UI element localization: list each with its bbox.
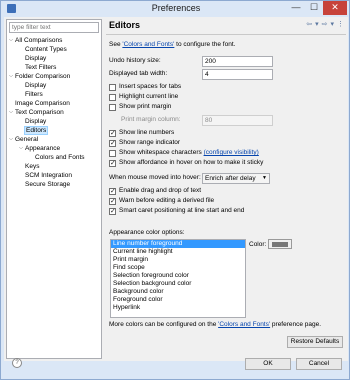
tree-item-filters[interactable]: Filters (25, 90, 43, 99)
highlight-line-label: Highlight current line (119, 93, 179, 100)
color-picker-button[interactable] (268, 239, 292, 249)
print-margin-column-input[interactable]: 80 (202, 115, 273, 126)
cancel-button[interactable]: Cancel (296, 358, 342, 370)
list-item[interactable]: Line number foreground (111, 240, 245, 248)
color-label: Color: (249, 241, 267, 248)
colors-and-fonts-page-link[interactable]: 'Colors and Fonts' (218, 321, 270, 328)
maximize-button[interactable]: ☐ (305, 1, 323, 15)
list-item[interactable]: Print margin (111, 256, 245, 264)
hover-behavior-label: When mouse moved into hover: (109, 174, 201, 181)
undo-history-label: Undo history size: (109, 57, 161, 64)
tree-item-display[interactable]: Display (25, 54, 46, 63)
list-item[interactable]: Background color (111, 288, 245, 296)
undo-history-input[interactable]: 200 (202, 56, 273, 67)
show-line-numbers-label: Show line numbers (119, 129, 175, 136)
warn-derived-label: Warn before editing a derived file (119, 197, 215, 204)
more-colors-text: More colors can be configured on the 'Co… (109, 321, 322, 328)
filter-input[interactable] (10, 23, 98, 32)
colors-and-fonts-link[interactable]: 'Colors and Fonts' (122, 41, 174, 48)
show-line-numbers-checkbox[interactable] (109, 129, 116, 137)
dropdown-chevron-icon[interactable]: ▾ (315, 21, 319, 28)
list-item[interactable]: Selection foreground color (111, 272, 245, 280)
tree-item-folder-comparison[interactable]: ⌵ Folder Comparison (9, 72, 70, 81)
chevron-down-icon: ▼ (262, 175, 267, 181)
title-bar[interactable]: Preferences — ☐ ✕ (1, 1, 350, 17)
menu-icon[interactable]: ⋮ (337, 21, 344, 28)
tree-item-image-comparison[interactable]: Image Comparison (15, 99, 70, 108)
highlight-line-checkbox[interactable] (109, 94, 116, 101)
insert-spaces-checkbox[interactable] (109, 84, 116, 91)
drag-drop-label: Enable drag and drop of text (119, 187, 202, 194)
smart-caret-checkbox[interactable] (109, 207, 116, 215)
tab-width-input[interactable]: 4 (202, 69, 273, 80)
tree-item-text-comparison[interactable]: ⌵ Text Comparison (9, 108, 64, 117)
help-icon[interactable]: ? (12, 358, 22, 368)
appearance-options-label: Appearance color options: (109, 229, 185, 236)
list-item[interactable]: Hyperlink (111, 304, 245, 312)
list-item[interactable]: Current line highlight (111, 248, 245, 256)
back-icon[interactable]: ⇦ (306, 21, 312, 28)
show-whitespace-label: Show whitespace characters (configure vi… (119, 149, 259, 156)
navigation-controls: ⇦ ▾ ⇨ ▾ ⋮ (303, 20, 344, 28)
expand-toggle-icon[interactable]: ⌵ (8, 36, 14, 45)
expand-toggle-icon[interactable]: ⌵ (8, 108, 14, 117)
font-info-text: See 'Colors and Fonts' to configure the … (109, 41, 236, 48)
restore-defaults-button[interactable]: Restore Defaults (287, 336, 343, 348)
minimize-button[interactable]: — (287, 1, 305, 15)
hover-behavior-dropdown[interactable]: Enrich after delay ▼ (202, 173, 270, 184)
tree-item-colors-and-fonts[interactable]: Colors and Fonts (35, 153, 85, 162)
list-item[interactable]: Find scope (111, 264, 245, 272)
tree-item-text-filters[interactable]: Text Filters (25, 63, 56, 72)
show-whitespace-checkbox[interactable] (109, 150, 116, 157)
tree-item-scm-integration[interactable]: SCM Integration (25, 171, 72, 180)
forward-icon[interactable]: ⇨ (322, 21, 328, 28)
show-print-margin-label: Show print margin (119, 103, 172, 110)
tree-item-appearance[interactable]: ⌵ Appearance (19, 144, 60, 153)
configure-visibility-link[interactable]: (configure visibility) (204, 149, 259, 156)
expand-toggle-icon[interactable]: ⌵ (18, 144, 24, 153)
tree-item-display[interactable]: Display (25, 117, 46, 126)
tree-item-display[interactable]: Display (25, 81, 46, 90)
filter-field[interactable] (9, 22, 99, 33)
preferences-tree-panel: ⌵All Comparisons Content Types Display T… (6, 19, 102, 359)
show-range-indicator-label: Show range indicator (119, 139, 181, 146)
tree-item-secure-storage[interactable]: Secure Storage (25, 180, 70, 189)
editors-preference-page: Editors ⇦ ▾ ⇨ ▾ ⋮ See 'Colors and Fonts' to … (106, 19, 346, 335)
insert-spaces-label: Insert spaces for tabs (119, 83, 182, 90)
list-item[interactable]: Selection background color (111, 280, 245, 288)
drag-drop-checkbox[interactable] (109, 187, 116, 195)
list-item[interactable]: Foreground color (111, 296, 245, 304)
header-separator (106, 34, 346, 35)
tree-item-all-comparisons[interactable]: ⌵ All Comparisons (9, 36, 62, 45)
dialog-content: ⌵All Comparisons Content Types Display T… (4, 17, 348, 370)
tree-item-general[interactable]: ⌵ General (9, 135, 38, 144)
dropdown-chevron-icon[interactable]: ▾ (330, 21, 334, 28)
tree-item-content-types[interactable]: Content Types (25, 45, 67, 54)
tab-width-label: Displayed tab width: (109, 70, 168, 77)
show-affordance-checkbox[interactable] (109, 159, 116, 167)
color-options-list[interactable]: Line number foreground Current line high… (110, 239, 246, 318)
print-margin-column-label: Print margin column: (121, 116, 181, 123)
warn-derived-checkbox[interactable] (109, 197, 116, 205)
tree-item-keys[interactable]: Keys (25, 162, 39, 171)
show-print-margin-checkbox[interactable] (109, 104, 116, 111)
smart-caret-label: Smart caret positioning at line start an… (119, 207, 245, 214)
show-affordance-label: Show affordance in hover on how to make … (119, 159, 264, 166)
show-range-indicator-checkbox[interactable] (109, 139, 116, 147)
ok-button[interactable]: OK (245, 358, 291, 370)
expand-toggle-icon[interactable]: ⌵ (8, 135, 14, 144)
tree-item-editors[interactable]: Editors (24, 126, 49, 135)
page-header: Editors ⇦ ▾ ⇨ ▾ ⋮ (106, 19, 346, 33)
close-button[interactable]: ✕ (323, 1, 347, 15)
color-swatch (272, 242, 288, 247)
expand-toggle-icon[interactable]: ⌵ (8, 72, 14, 81)
preferences-window: Preferences — ☐ ✕ ⌵All Comparisons Conte… (0, 0, 350, 380)
page-title: Editors (109, 20, 141, 30)
